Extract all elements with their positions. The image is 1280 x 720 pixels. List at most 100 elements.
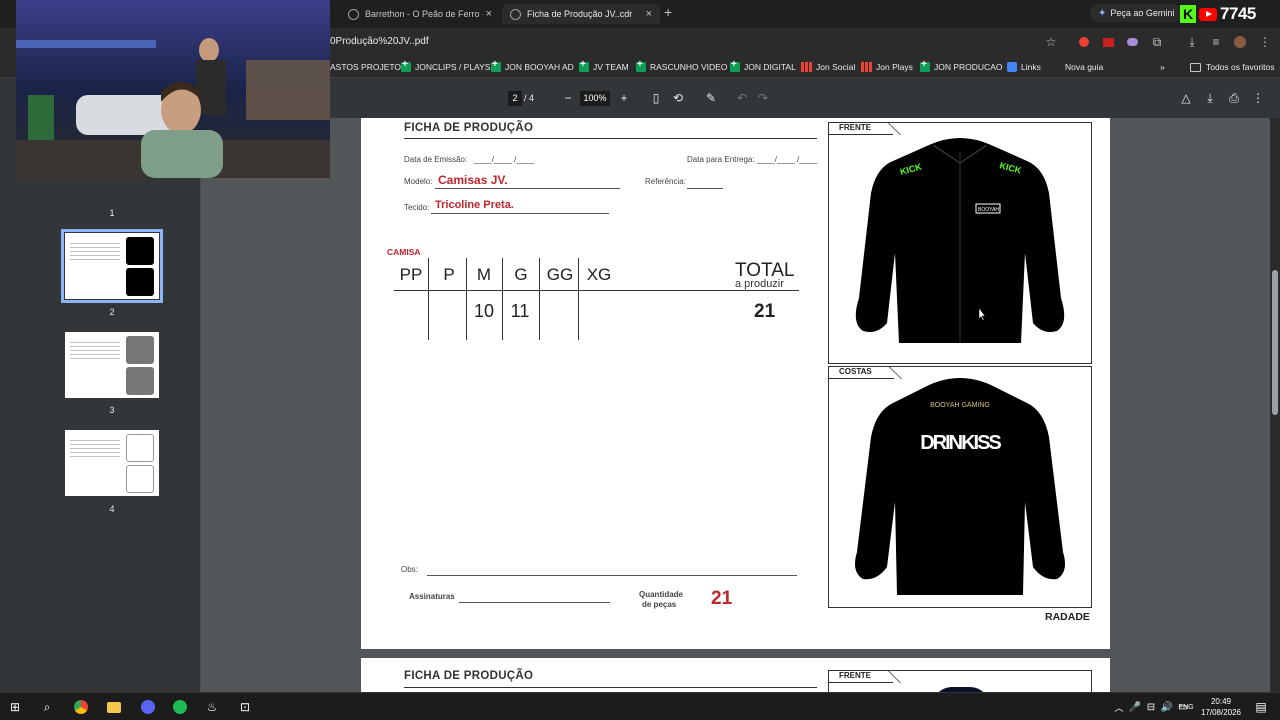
obs-underline xyxy=(427,575,797,576)
bookmark-item[interactable]: Links xyxy=(1007,61,1041,73)
youtube-icon xyxy=(1199,7,1217,21)
pdf-viewer[interactable]: FICHA DE PRODUÇÃO Data de Emissão: ____/… xyxy=(201,118,1270,692)
thumbnail-shirt xyxy=(126,268,154,296)
bookmark-item[interactable]: JON BOOYAH AD xyxy=(491,59,574,73)
page-title: FICHA DE PRODUÇÃO xyxy=(404,122,534,134)
redo-icon[interactable]: ↷ xyxy=(755,90,771,106)
bookmark-item[interactable]: JON DIGITAL xyxy=(730,59,796,73)
extension-block-icon[interactable] xyxy=(1100,34,1116,50)
tab-title: Barrethon - O Peão de Ferro - Jo xyxy=(365,9,483,19)
bookmark-item[interactable]: JV TEAM xyxy=(579,59,629,73)
bookmark-item[interactable]: JON PRODUCAO xyxy=(920,59,1002,73)
bookmark-item[interactable]: Jon Social xyxy=(801,61,855,73)
viewer-scrollbar[interactable] xyxy=(1270,118,1280,692)
referencia-underline xyxy=(687,188,723,189)
size-header: GG xyxy=(546,265,574,284)
thumbnail-number: 4 xyxy=(109,504,115,514)
close-tab-icon[interactable]: × xyxy=(646,8,652,20)
assinaturas-label: Assinaturas xyxy=(409,592,455,601)
pdf-download-icon[interactable]: ⤓ xyxy=(1202,90,1218,106)
front-shirt-image: KICK KICK BOOYAH xyxy=(855,138,1065,343)
extension-red-icon[interactable] xyxy=(1076,34,1092,50)
spotify-icon[interactable] xyxy=(171,698,189,716)
thumbnail-sidebar: 1 2 3 4 xyxy=(0,70,201,692)
emissao-value: ____/____ /____ xyxy=(474,155,535,164)
start-icon[interactable]: ⊞ xyxy=(6,698,24,716)
annotate-icon[interactable]: ✎ xyxy=(703,90,719,106)
page-thumbnail-4[interactable] xyxy=(65,430,159,496)
bookmark-star-icon[interactable]: ☆ xyxy=(1043,34,1059,50)
bookmark-item[interactable]: Jon Plays xyxy=(861,61,913,73)
sheets-icon xyxy=(730,59,740,72)
thumbnail-form-lines xyxy=(70,243,120,263)
pdf-menu-icon[interactable]: ⋮ xyxy=(1250,90,1266,106)
discord-icon[interactable] xyxy=(139,698,157,716)
tab-ficha[interactable]: Ficha de Produção JV..cdr × xyxy=(502,4,660,24)
footer-text: RADADE xyxy=(1045,611,1090,623)
rotate-icon[interactable]: ⟲ xyxy=(670,90,686,106)
globe-icon xyxy=(510,8,521,20)
zoom-in-icon[interactable]: + xyxy=(616,90,632,106)
front-chest-logo: BOOYAH xyxy=(978,207,999,213)
modelo-value: Camisas JV. xyxy=(438,173,508,187)
print-icon[interactable]: ⎙ xyxy=(1226,90,1242,106)
chart-icon xyxy=(861,62,872,72)
app-icon[interactable]: ⊡ xyxy=(236,698,254,716)
all-bookmarks[interactable]: Todos os favoritos xyxy=(1190,61,1275,73)
size-header: G xyxy=(514,265,528,284)
language-indicator[interactable]: ENG xyxy=(1178,698,1194,716)
webcam-overlay xyxy=(16,0,330,178)
profile-icon[interactable] xyxy=(1232,34,1248,50)
extension-purple-icon[interactable] xyxy=(1124,34,1140,50)
new-tab-button[interactable]: + xyxy=(664,4,672,20)
size-quantity: 10 xyxy=(473,301,495,321)
tecido-underline xyxy=(431,213,609,214)
undo-icon[interactable]: ↶ xyxy=(734,90,750,106)
entrega-label: Data para Entrega: xyxy=(687,155,755,164)
system-clock[interactable]: 20:49 17/08/2026 xyxy=(1196,696,1246,718)
zoom-out-icon[interactable]: − xyxy=(560,90,576,106)
tab-barrethon[interactable]: Barrethon - O Peão de Ferro - Jo × xyxy=(340,4,500,24)
thumbnail-number: 2 xyxy=(109,307,115,317)
tecido-label: Tecido: xyxy=(404,203,430,212)
notification-icon[interactable]: ▤ xyxy=(1252,698,1270,716)
category-label: CAMISA xyxy=(387,247,421,257)
size-divider xyxy=(466,258,467,340)
fit-page-icon[interactable]: ▯ xyxy=(648,90,664,106)
viewer-count: 7745 xyxy=(1220,4,1256,23)
url-field[interactable]: 0Produção%20JV..pdf xyxy=(330,36,429,47)
bookmark-item[interactable]: Nova guia xyxy=(1065,61,1103,73)
size-table-rule xyxy=(394,290,799,291)
scrollbar-thumb[interactable] xyxy=(1272,270,1278,415)
reading-list-icon[interactable]: ≡ xyxy=(1208,34,1224,50)
chrome-icon[interactable] xyxy=(72,698,90,716)
drive-icon[interactable]: △ xyxy=(1178,90,1194,106)
search-icon[interactable]: ⌕ xyxy=(38,698,56,716)
steam-icon[interactable]: ♨ xyxy=(203,698,221,716)
page-number-input[interactable]: 2 xyxy=(508,91,522,106)
folder-icon xyxy=(1190,62,1201,72)
bookmark-item[interactable]: JONCLIPS / PLAYS xyxy=(401,59,490,73)
title-rule xyxy=(404,138,817,139)
bookmarks-overflow-icon[interactable]: » xyxy=(1160,61,1165,73)
browser-menu-icon[interactable]: ⋮ xyxy=(1257,34,1273,50)
referencia-label: Referência: xyxy=(645,177,686,186)
close-tab-icon[interactable]: × xyxy=(486,8,492,20)
bookmark-item[interactable]: RASCUNHO VIDEO xyxy=(636,59,727,73)
download-icon[interactable]: ⤓ xyxy=(1184,34,1200,50)
bookmark-item[interactable]: ASTOS PROJETO xyxy=(330,61,401,73)
modelo-underline xyxy=(435,188,620,189)
gemini-button[interactable]: ✦ Peça ao Gemini xyxy=(1090,4,1183,22)
extensions-icon[interactable]: ⧉ xyxy=(1149,34,1165,50)
page-thumbnail-3[interactable] xyxy=(65,332,159,398)
page-thumbnail-2[interactable] xyxy=(61,229,163,303)
tab-title: Ficha de Produção JV..cdr xyxy=(527,9,633,19)
title-rule xyxy=(404,687,817,688)
zoom-input[interactable]: 100% xyxy=(580,91,610,106)
front-panel: FRENTE KICK KICK BOOYAH xyxy=(828,122,1092,364)
chart-icon xyxy=(801,62,812,72)
file-explorer-icon[interactable] xyxy=(105,698,123,716)
quantidade-label-2: de peças xyxy=(642,600,677,609)
thumbnail-form-lines xyxy=(70,440,120,460)
thumbnail-shirt xyxy=(126,465,154,493)
